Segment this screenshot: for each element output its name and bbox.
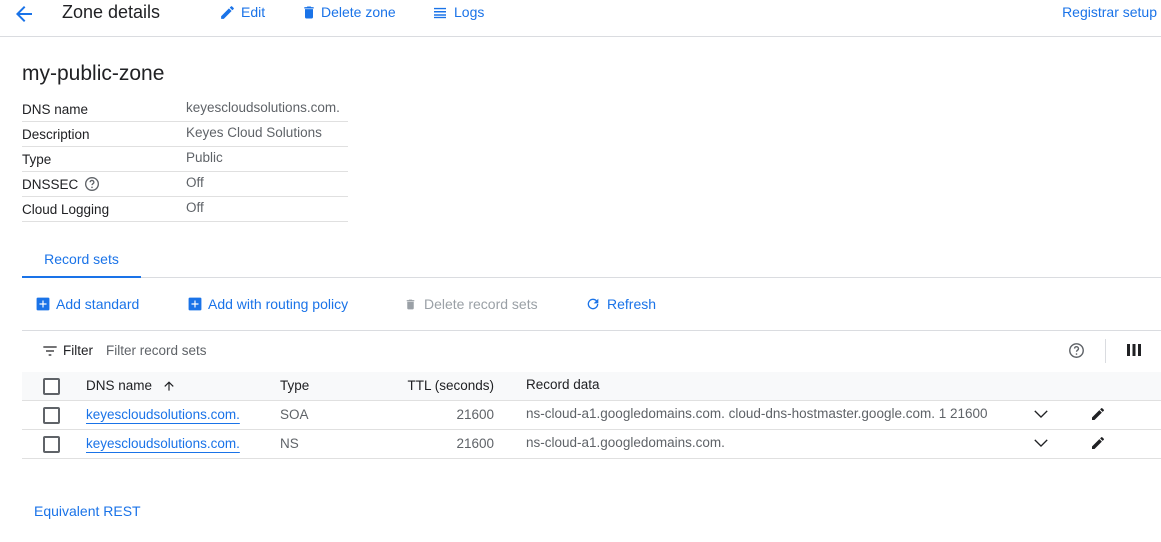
detail-value: Off [186, 200, 204, 215]
pencil-icon[interactable] [1090, 435, 1106, 451]
record-ttl: 21600 [456, 407, 494, 422]
add-box-icon [36, 296, 50, 311]
page-title: Zone details [62, 2, 161, 22]
delete-zone-label: Delete zone [321, 4, 396, 20]
edit-label: Edit [241, 4, 266, 20]
table-row: keyescloudsolutions.com. NS 21600 ns-clo… [22, 430, 1161, 459]
registrar-setup-link[interactable]: Registrar setup [1062, 4, 1157, 20]
dns-name-link[interactable]: keyescloudsolutions.com. [86, 407, 240, 422]
row-checkbox[interactable] [43, 436, 60, 453]
filter-label: Filter [63, 343, 93, 358]
detail-key: Description [22, 127, 90, 142]
record-data: ns-cloud-a1.googledomains.com. [526, 435, 725, 450]
column-header-type: Type [280, 378, 310, 393]
select-all-checkbox[interactable] [43, 378, 60, 395]
detail-row-dnssec: DNSSEC Off [22, 172, 348, 197]
record-type: SOA [280, 407, 309, 422]
filter-list-icon [42, 344, 58, 358]
arrow-back-icon [16, 6, 32, 22]
add-routing-label: Add with routing policy [208, 296, 349, 312]
detail-value: Public [186, 150, 223, 165]
detail-row-dns-name: DNS name keyescloudsolutions.com. [22, 97, 348, 122]
tab-label: Record sets [44, 251, 119, 267]
column-header-dns-name[interactable]: DNS name [86, 378, 174, 393]
record-ttl: 21600 [456, 436, 494, 451]
filter-bar: Filter [22, 330, 1161, 373]
help-circle-icon[interactable] [84, 176, 100, 192]
table-row: keyescloudsolutions.com. SOA 21600 ns-cl… [22, 401, 1161, 430]
zone-name: my-public-zone [22, 62, 165, 85]
refresh-label: Refresh [607, 296, 657, 312]
record-type: NS [280, 436, 299, 451]
top-bar: Zone details Edit Delete zone Logs Regis… [0, 0, 1161, 37]
pencil-icon[interactable] [1090, 406, 1106, 422]
refresh-icon [585, 296, 601, 312]
list-icon [432, 4, 448, 21]
back-button[interactable] [12, 2, 40, 26]
detail-key: Cloud Logging [22, 202, 110, 217]
tab-record-sets[interactable]: Record sets [22, 246, 141, 278]
detail-value: Off [186, 175, 204, 190]
trash-icon [404, 296, 417, 312]
trash-icon [301, 4, 317, 21]
detail-key: DNS name [22, 102, 89, 117]
logs-label: Logs [454, 4, 485, 20]
record-sets-table: DNS name Type TTL (seconds) Record data … [22, 372, 1161, 459]
add-standard-label: Add standard [56, 296, 140, 312]
pencil-icon [219, 4, 236, 21]
column-header-ttl: TTL (seconds) [407, 378, 494, 393]
filter-input[interactable] [106, 339, 606, 361]
detail-row-description: Description Keyes Cloud Solutions [22, 122, 348, 147]
zone-details-table: DNS name keyescloudsolutions.com. Descri… [22, 97, 348, 222]
table-header-row: DNS name Type TTL (seconds) Record data [22, 372, 1161, 401]
help-circle-icon[interactable] [1068, 342, 1085, 359]
tab-bar: Record sets [22, 246, 1161, 278]
record-data: ns-cloud-a1.googledomains.com. cloud-dns… [526, 406, 988, 421]
detail-row-cloud-logging: Cloud Logging Off [22, 197, 348, 222]
detail-row-type: Type Public [22, 147, 348, 172]
chevron-down-icon[interactable] [1033, 437, 1049, 449]
detail-value: Keyes Cloud Solutions [186, 125, 322, 140]
detail-value: keyescloudsolutions.com. [186, 100, 340, 115]
arrow-up-icon [162, 379, 176, 393]
detail-key: Type [22, 152, 52, 167]
column-label: DNS name [86, 378, 153, 393]
chevron-down-icon[interactable] [1033, 408, 1049, 420]
column-header-record-data: Record data [526, 377, 600, 392]
equivalent-rest-link[interactable]: Equivalent REST [34, 503, 141, 519]
dns-name-link[interactable]: keyescloudsolutions.com. [86, 436, 240, 451]
delete-record-sets-label: Delete record sets [424, 296, 538, 312]
add-box-icon [188, 296, 202, 311]
column-view-icon[interactable] [1126, 343, 1142, 357]
divider [1105, 339, 1106, 363]
detail-key: DNSSEC [22, 177, 79, 192]
row-checkbox[interactable] [43, 407, 60, 424]
active-tab-indicator [22, 276, 141, 278]
